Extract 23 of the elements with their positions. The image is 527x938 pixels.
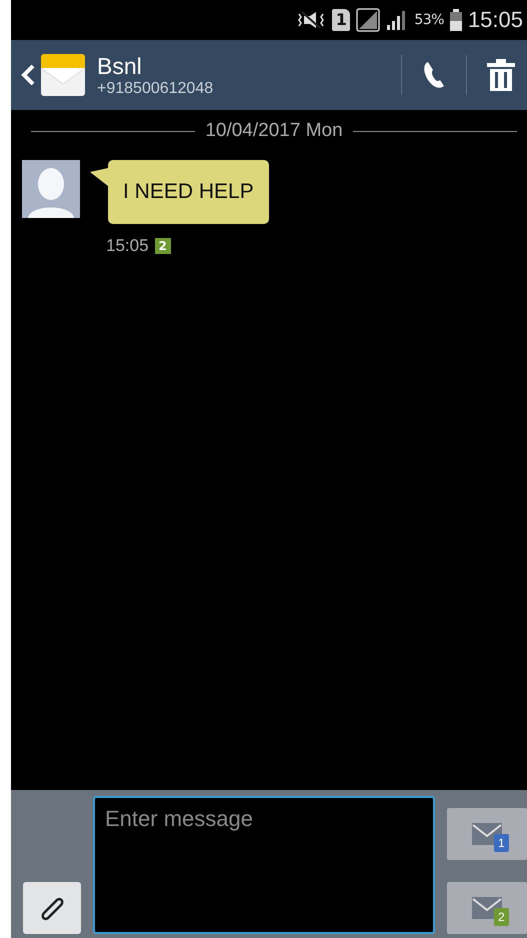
back-icon: [21, 63, 35, 87]
attach-button[interactable]: [23, 882, 81, 934]
message-time: 15:05: [106, 236, 149, 256]
contact-name: Bsnl: [97, 52, 143, 80]
envelope-icon: [41, 54, 85, 96]
battery-icon: [450, 9, 462, 31]
battery-level: 53%: [414, 12, 444, 28]
phone-icon: [422, 60, 446, 90]
message-text: I NEED HELP: [123, 180, 254, 203]
clock: 15:05: [468, 7, 523, 33]
sim-badge: 2: [494, 908, 509, 926]
trash-icon: [487, 59, 515, 91]
sim-badge: 2: [154, 238, 171, 254]
message-field[interactable]: Enter message: [93, 796, 435, 934]
no-signal-icon: [356, 8, 380, 32]
phone-number: +918500612048: [97, 80, 214, 98]
sim-icon: 1: [332, 9, 350, 31]
send-button[interactable]: 1: [447, 808, 527, 860]
date-label: 10/04/2017 Mon: [205, 120, 343, 142]
sim-badge: 1: [494, 834, 509, 852]
vibrate-icon: [296, 11, 326, 29]
send-button[interactable]: 2: [447, 882, 527, 934]
avatar-icon: [22, 160, 80, 218]
